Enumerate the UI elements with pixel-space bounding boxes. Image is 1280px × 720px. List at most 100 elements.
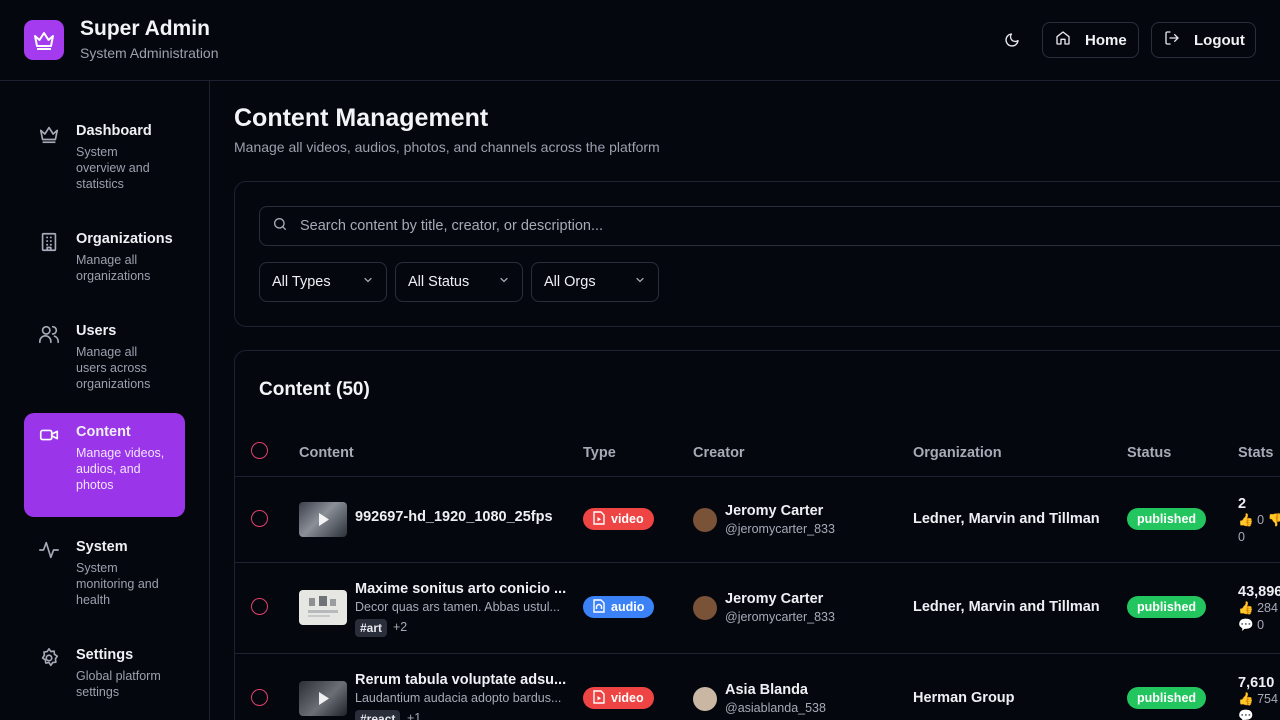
- content-description: Decor quas ars tamen. Abbas ustul...: [355, 600, 560, 614]
- organization-name: Herman Group: [913, 690, 1015, 706]
- thumbs-up-icon: 👍: [1238, 513, 1254, 527]
- content-title[interactable]: Maxime sonitus arto conicio ...: [355, 581, 566, 597]
- content-table-card: Content (50) Content Type Creator Organi…: [234, 350, 1280, 720]
- sidebar-item-desc: Global platform settings: [76, 669, 161, 699]
- creator-name: Jeromy Carter: [725, 591, 824, 607]
- thumbs-down-icon: 👎: [1268, 513, 1280, 527]
- sidebar-item-desc: System overview and statistics: [76, 145, 150, 191]
- row-select-radio[interactable]: [251, 510, 268, 527]
- status-badge: published: [1127, 687, 1207, 709]
- search-icon: [272, 216, 288, 237]
- audio-thumbnail[interactable]: [299, 590, 347, 625]
- thumbs-up-icon: 👍: [1238, 601, 1254, 615]
- column-header-creator[interactable]: Creator: [693, 445, 745, 461]
- logout-label: Logout: [1194, 31, 1245, 49]
- filter-card: All Types All Status All Orgs: [234, 181, 1280, 327]
- type-filter-select[interactable]: All Types: [259, 262, 387, 302]
- sidebar-item-organizations[interactable]: Organizations Manage all organizations: [24, 220, 185, 294]
- sidebar-item-label: Settings: [76, 647, 134, 663]
- type-badge: video: [583, 687, 654, 709]
- sidebar-item-label: System: [76, 539, 128, 555]
- sidebar-item-users[interactable]: Users Manage all users across organization…: [24, 312, 185, 402]
- more-tags-count: +1: [407, 711, 422, 720]
- org-filter-value: All Orgs: [544, 274, 596, 290]
- column-header-stats[interactable]: Stats: [1238, 445, 1273, 461]
- column-header-type[interactable]: Type: [583, 445, 616, 461]
- sidebar-item-label: Users: [76, 323, 117, 339]
- activity-icon: [38, 539, 60, 561]
- table-row[interactable]: 992697-hd_1920_1080_25fps video Jeromy C…: [235, 477, 1280, 562]
- views-count: 7,610: [1238, 675, 1275, 691]
- column-header-organization[interactable]: Organization: [913, 445, 1002, 461]
- app-title: Super Admin: [80, 17, 210, 40]
- search-input[interactable]: [300, 218, 1200, 234]
- views-count: 43,896: [1238, 584, 1280, 600]
- status-badge: published: [1127, 596, 1207, 618]
- org-filter-select[interactable]: All Orgs: [531, 262, 659, 302]
- type-badge: audio: [583, 596, 655, 618]
- table-row[interactable]: Rerum tabula voluptate adsu... Laudantiu…: [235, 654, 1280, 720]
- sidebar-item-dashboard[interactable]: Dashboard System overview and statistics: [24, 112, 185, 202]
- home-label: Home: [1085, 31, 1127, 49]
- video-icon: [38, 424, 60, 446]
- select-all-radio[interactable]: [251, 442, 268, 459]
- type-badge: video: [583, 508, 654, 530]
- content-title[interactable]: Rerum tabula voluptate adsu...: [355, 672, 566, 688]
- organization-name: Ledner, Marvin and Tillman: [913, 599, 1100, 615]
- chevron-down-icon: [634, 274, 646, 290]
- users-icon: [38, 323, 60, 345]
- video-thumbnail[interactable]: [299, 681, 347, 716]
- content-tag: #react: [355, 710, 401, 720]
- comments-stat: 💬 0: [1238, 618, 1265, 632]
- crown-logo-icon: [24, 20, 64, 60]
- likes-stat: 👍 284: [1238, 601, 1278, 615]
- page-title: Content Management: [234, 104, 489, 132]
- sidebar: Dashboard System overview and statistics O…: [0, 81, 210, 720]
- audio-file-icon: [593, 598, 605, 616]
- content-description: Laudantium audacia adopto bardus...: [355, 691, 562, 705]
- avatar: [693, 508, 717, 532]
- file-icon: [593, 689, 605, 707]
- creator-handle: @asiablanda_538: [725, 701, 826, 715]
- crown-icon: [38, 123, 60, 145]
- app-subtitle: System Administration: [80, 45, 219, 61]
- file-icon: [593, 510, 605, 528]
- content-tag: #art: [355, 619, 388, 637]
- table-row[interactable]: Maxime sonitus arto conicio ... Decor qu…: [235, 563, 1280, 653]
- home-button[interactable]: Home: [1042, 22, 1139, 58]
- organization-name: Ledner, Marvin and Tillman: [913, 511, 1100, 527]
- logout-button[interactable]: Logout: [1151, 22, 1256, 58]
- row-select-radio[interactable]: [251, 598, 268, 615]
- more-tags-count: +2: [393, 620, 408, 634]
- creator-handle: @jeromycarter_833: [725, 522, 835, 536]
- chevron-down-icon: [362, 274, 374, 290]
- sidebar-item-label: Dashboard: [76, 123, 152, 139]
- sidebar-item-desc: Manage all users across organizations: [76, 345, 151, 391]
- top-header: Super Admin System Administration Home L…: [0, 0, 1280, 81]
- comment-icon: 💬: [1238, 709, 1254, 720]
- sidebar-item-desc: System monitoring and health: [76, 561, 159, 607]
- avatar: [693, 687, 717, 711]
- creator-name: Jeromy Carter: [725, 503, 824, 519]
- building-icon: [38, 231, 60, 253]
- status-badge: published: [1127, 508, 1207, 530]
- status-filter-select[interactable]: All Status: [395, 262, 523, 302]
- type-filter-value: All Types: [272, 274, 331, 290]
- column-header-status[interactable]: Status: [1127, 445, 1171, 461]
- video-thumbnail[interactable]: [299, 502, 347, 537]
- sidebar-item-content[interactable]: Content Manage videos, audios, and photos: [24, 413, 185, 517]
- theme-toggle-moon-icon[interactable]: [998, 26, 1026, 54]
- status-filter-value: All Status: [408, 274, 470, 290]
- avatar: [693, 596, 717, 620]
- column-header-content[interactable]: Content: [299, 445, 354, 461]
- sidebar-item-desc: Manage videos, audios, and photos: [76, 446, 165, 492]
- search-box[interactable]: [259, 206, 1280, 246]
- sidebar-item-settings[interactable]: Settings Global platform settings: [24, 636, 185, 710]
- logout-icon: [1164, 30, 1180, 50]
- creator-name: Asia Blanda: [725, 682, 808, 698]
- sidebar-item-system[interactable]: System System monitoring and health: [24, 528, 185, 618]
- row-select-radio[interactable]: [251, 689, 268, 706]
- page-subtitle: Manage all videos, audios, photos, and c…: [234, 139, 660, 155]
- content-title[interactable]: 992697-hd_1920_1080_25fps: [355, 509, 553, 525]
- likes-stat: 👍 0 👎: [1238, 513, 1280, 528]
